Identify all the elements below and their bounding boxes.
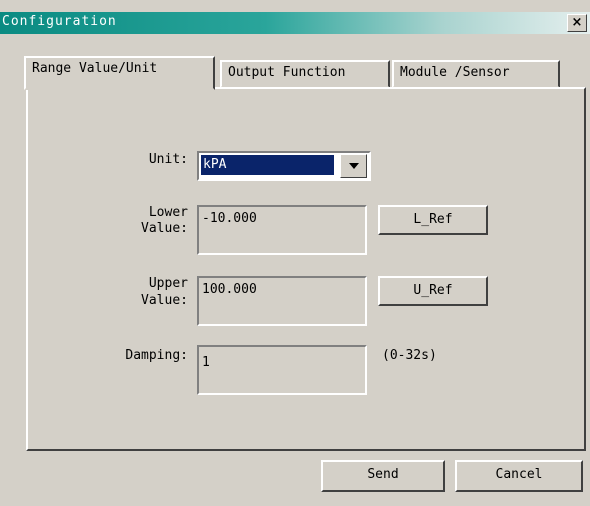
l-ref-button[interactable]: L_Ref (378, 205, 488, 235)
upper-value-label-line2: Value: (141, 293, 188, 308)
unit-selected-value: kPA (201, 155, 334, 175)
title-bar[interactable]: Configuration × (0, 12, 590, 34)
unit-label: Unit: (148, 152, 188, 167)
lower-value-label-line1: Lower (148, 205, 188, 220)
damping-field[interactable]: 1 (197, 345, 367, 395)
lower-value-text: -10.000 (202, 211, 257, 226)
upper-value-text: 100.000 (202, 282, 257, 297)
damping-range-hint: (0-32s) (382, 348, 437, 363)
close-button[interactable]: × (567, 14, 587, 32)
send-button[interactable]: Send (321, 460, 445, 492)
tab-module-sensor[interactable]: Module /Sensor (392, 60, 560, 88)
cancel-button[interactable]: Cancel (455, 460, 583, 492)
configuration-dialog: Configuration × Range Value/Unit Output … (0, 0, 590, 506)
damping-label: Damping: (125, 348, 188, 363)
chevron-down-icon[interactable] (340, 154, 367, 178)
tab-output-function[interactable]: Output Function (220, 60, 390, 88)
upper-value-label-line1: Upper (148, 276, 188, 291)
unit-select[interactable]: kPA (197, 151, 371, 181)
lower-value-label-line2: Value: (141, 221, 188, 236)
tab-panel (26, 87, 586, 451)
window-title: Configuration (2, 14, 117, 29)
u-ref-button[interactable]: U_Ref (378, 276, 488, 306)
tab-range-value-unit[interactable]: Range Value/Unit (24, 56, 215, 90)
upper-value-field[interactable]: 100.000 (197, 276, 367, 326)
damping-value-text: 1 (202, 355, 210, 370)
lower-value-field[interactable]: -10.000 (197, 205, 367, 255)
